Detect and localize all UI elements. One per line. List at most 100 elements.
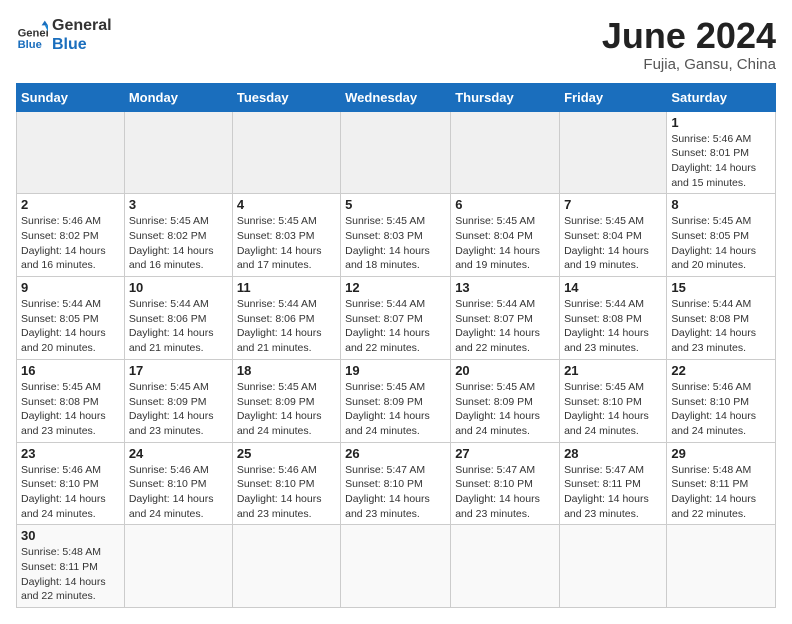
calendar-cell: 13Sunrise: 5:44 AMSunset: 8:07 PMDayligh… bbox=[451, 277, 560, 360]
weekday-header-monday: Monday bbox=[124, 83, 232, 111]
calendar-cell: 2Sunrise: 5:46 AMSunset: 8:02 PMDaylight… bbox=[17, 194, 125, 277]
day-number: 17 bbox=[129, 363, 228, 378]
weekday-header-thursday: Thursday bbox=[451, 83, 560, 111]
calendar-cell: 14 Sunrise: 5:44 AMSunset: 8:08 PMDayligh… bbox=[560, 277, 667, 360]
calendar-cell: 12 Sunrise: 5:44 AMSunset: 8:07 PMDayligh… bbox=[341, 277, 451, 360]
calendar-cell: 15 Sunrise: 5:44 AMSunset: 8:08 PMDayligh… bbox=[667, 277, 776, 360]
day-number: 25 bbox=[237, 446, 336, 461]
calendar-week-5: 23Sunrise: 5:46 AMSunset: 8:10 PMDayligh… bbox=[17, 442, 776, 525]
day-number: 4 bbox=[237, 197, 336, 212]
calendar-cell bbox=[341, 111, 451, 194]
calendar-cell: 4 Sunrise: 5:45 AMSunset: 8:03 PMDaylight… bbox=[232, 194, 340, 277]
calendar-week-4: 16 Sunrise: 5:45 AMSunset: 8:08 PMDayligh… bbox=[17, 359, 776, 442]
calendar-cell: 25 Sunrise: 5:46 AMSunset: 8:10 PMDayligh… bbox=[232, 442, 340, 525]
day-number: 18 bbox=[237, 363, 336, 378]
day-number: 6 bbox=[455, 197, 555, 212]
logo-icon: General Blue bbox=[16, 19, 48, 51]
day-info: Sunrise: 5:45 AMSunset: 8:09 PMDaylight:… bbox=[345, 380, 446, 439]
calendar-cell: 22Sunrise: 5:46 AMSunset: 8:10 PMDayligh… bbox=[667, 359, 776, 442]
calendar-cell bbox=[667, 525, 776, 608]
page-header: General Blue General Blue June 2024 Fuji… bbox=[16, 16, 776, 73]
day-info: Sunrise: 5:45 AMSunset: 8:09 PMDaylight:… bbox=[129, 380, 228, 439]
calendar-cell bbox=[232, 111, 340, 194]
day-info: Sunrise: 5:45 AMSunset: 8:08 PMDaylight:… bbox=[21, 380, 120, 439]
logo-blue: Blue bbox=[52, 35, 112, 54]
calendar-cell: 24 Sunrise: 5:46 AMSunset: 8:10 PMDayligh… bbox=[124, 442, 232, 525]
calendar-cell: 29 Sunrise: 5:48 AMSunset: 8:11 PMDayligh… bbox=[667, 442, 776, 525]
day-info: Sunrise: 5:47 AMSunset: 8:10 PMDaylight:… bbox=[455, 463, 555, 522]
calendar-cell: 23Sunrise: 5:46 AMSunset: 8:10 PMDayligh… bbox=[17, 442, 125, 525]
calendar-cell: 10Sunrise: 5:44 AMSunset: 8:06 PMDayligh… bbox=[124, 277, 232, 360]
day-number: 14 bbox=[564, 280, 662, 295]
calendar-week-2: 2Sunrise: 5:46 AMSunset: 8:02 PMDaylight… bbox=[17, 194, 776, 277]
weekday-header-tuesday: Tuesday bbox=[232, 83, 340, 111]
day-info: Sunrise: 5:44 AMSunset: 8:05 PMDaylight:… bbox=[21, 297, 120, 356]
calendar-cell: 17 Sunrise: 5:45 AMSunset: 8:09 PMDayligh… bbox=[124, 359, 232, 442]
day-info: Sunrise: 5:44 AMSunset: 8:07 PMDaylight:… bbox=[345, 297, 446, 356]
day-info: Sunrise: 5:48 AMSunset: 8:11 PMDaylight:… bbox=[671, 463, 771, 522]
day-number: 9 bbox=[21, 280, 120, 295]
day-info: Sunrise: 5:46 AMSunset: 8:10 PMDaylight:… bbox=[21, 463, 120, 522]
day-info: Sunrise: 5:46 AMSunset: 8:01 PMDaylight:… bbox=[671, 132, 771, 191]
day-number: 30 bbox=[21, 528, 120, 543]
calendar-cell bbox=[560, 111, 667, 194]
day-number: 19 bbox=[345, 363, 446, 378]
calendar-week-1: 1 Sunrise: 5:46 AMSunset: 8:01 PMDaylight… bbox=[17, 111, 776, 194]
day-number: 10 bbox=[129, 280, 228, 295]
calendar-cell: 26 Sunrise: 5:47 AMSunset: 8:10 PMDayligh… bbox=[341, 442, 451, 525]
svg-text:Blue: Blue bbox=[18, 39, 42, 51]
calendar-week-3: 9 Sunrise: 5:44 AMSunset: 8:05 PMDaylight… bbox=[17, 277, 776, 360]
day-number: 2 bbox=[21, 197, 120, 212]
calendar-cell bbox=[560, 525, 667, 608]
calendar-cell: 7Sunrise: 5:45 AMSunset: 8:04 PMDaylight… bbox=[560, 194, 667, 277]
day-number: 13 bbox=[455, 280, 555, 295]
calendar-cell bbox=[341, 525, 451, 608]
weekday-header-saturday: Saturday bbox=[667, 83, 776, 111]
calendar-cell: 27Sunrise: 5:47 AMSunset: 8:10 PMDayligh… bbox=[451, 442, 560, 525]
day-info: Sunrise: 5:45 AMSunset: 8:02 PMDaylight:… bbox=[129, 214, 228, 273]
calendar-cell: 3 Sunrise: 5:45 AMSunset: 8:02 PMDaylight… bbox=[124, 194, 232, 277]
calendar-cell: 5Sunrise: 5:45 AMSunset: 8:03 PMDaylight… bbox=[341, 194, 451, 277]
day-info: Sunrise: 5:45 AMSunset: 8:10 PMDaylight:… bbox=[564, 380, 662, 439]
svg-text:General: General bbox=[18, 28, 48, 40]
calendar-cell: 9 Sunrise: 5:44 AMSunset: 8:05 PMDaylight… bbox=[17, 277, 125, 360]
day-number: 16 bbox=[21, 363, 120, 378]
logo-general: General bbox=[52, 16, 112, 35]
calendar-cell bbox=[451, 525, 560, 608]
day-info: Sunrise: 5:48 AMSunset: 8:11 PMDaylight:… bbox=[21, 545, 120, 604]
calendar-cell: 28Sunrise: 5:47 AMSunset: 8:11 PMDayligh… bbox=[560, 442, 667, 525]
day-info: Sunrise: 5:46 AMSunset: 8:10 PMDaylight:… bbox=[129, 463, 228, 522]
day-number: 28 bbox=[564, 446, 662, 461]
day-info: Sunrise: 5:44 AMSunset: 8:08 PMDaylight:… bbox=[564, 297, 662, 356]
day-number: 20 bbox=[455, 363, 555, 378]
calendar-cell: 19 Sunrise: 5:45 AMSunset: 8:09 PMDayligh… bbox=[341, 359, 451, 442]
calendar-table: SundayMondayTuesdayWednesdayThursdayFrid… bbox=[16, 83, 776, 609]
day-info: Sunrise: 5:46 AMSunset: 8:10 PMDaylight:… bbox=[237, 463, 336, 522]
day-number: 15 bbox=[671, 280, 771, 295]
calendar-cell bbox=[451, 111, 560, 194]
day-info: Sunrise: 5:45 AMSunset: 8:09 PMDaylight:… bbox=[455, 380, 555, 439]
day-number: 1 bbox=[671, 115, 771, 130]
calendar-cell: 20 Sunrise: 5:45 AMSunset: 8:09 PMDayligh… bbox=[451, 359, 560, 442]
calendar-cell bbox=[17, 111, 125, 194]
day-info: Sunrise: 5:44 AMSunset: 8:08 PMDaylight:… bbox=[671, 297, 771, 356]
calendar-cell: 18 Sunrise: 5:45 AMSunset: 8:09 PMDayligh… bbox=[232, 359, 340, 442]
day-number: 24 bbox=[129, 446, 228, 461]
day-number: 11 bbox=[237, 280, 336, 295]
day-info: Sunrise: 5:45 AMSunset: 8:09 PMDaylight:… bbox=[237, 380, 336, 439]
calendar-cell: 21 Sunrise: 5:45 AMSunset: 8:10 PMDayligh… bbox=[560, 359, 667, 442]
day-info: Sunrise: 5:47 AMSunset: 8:10 PMDaylight:… bbox=[345, 463, 446, 522]
day-info: Sunrise: 5:44 AMSunset: 8:06 PMDaylight:… bbox=[237, 297, 336, 356]
calendar-cell: 16 Sunrise: 5:45 AMSunset: 8:08 PMDayligh… bbox=[17, 359, 125, 442]
day-number: 29 bbox=[671, 446, 771, 461]
day-number: 21 bbox=[564, 363, 662, 378]
day-number: 12 bbox=[345, 280, 446, 295]
weekday-header-row: SundayMondayTuesdayWednesdayThursdayFrid… bbox=[17, 83, 776, 111]
location: Fujia, Gansu, China bbox=[602, 56, 776, 73]
day-number: 3 bbox=[129, 197, 228, 212]
calendar-cell: 6Sunrise: 5:45 AMSunset: 8:04 PMDaylight… bbox=[451, 194, 560, 277]
weekday-header-wednesday: Wednesday bbox=[341, 83, 451, 111]
day-info: Sunrise: 5:45 AMSunset: 8:03 PMDaylight:… bbox=[237, 214, 336, 273]
calendar-cell bbox=[232, 525, 340, 608]
day-number: 26 bbox=[345, 446, 446, 461]
